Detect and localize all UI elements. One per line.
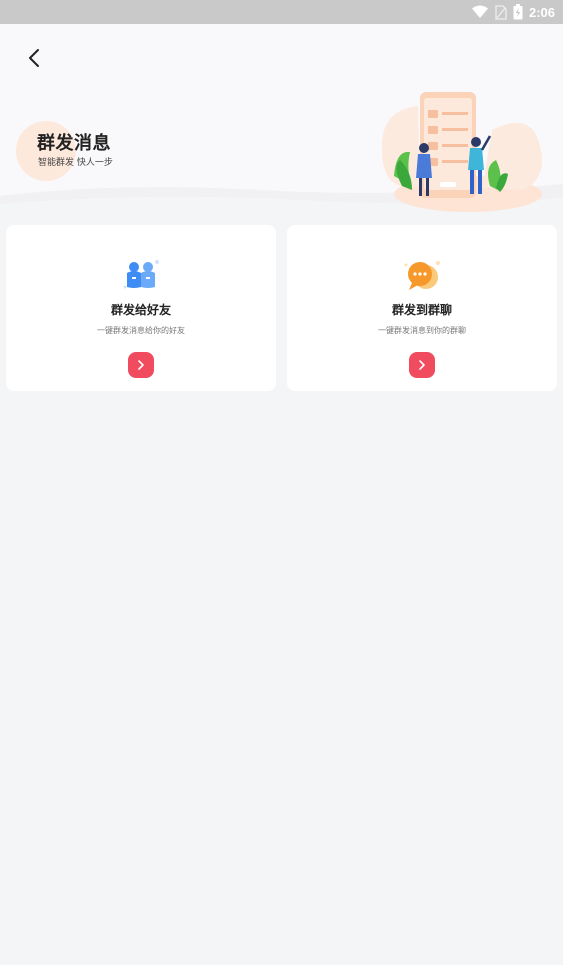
status-icons: 2:06 [471,3,555,21]
card-description: 一键群发消息给你的好友 [97,326,185,335]
chevron-right-icon [138,360,144,370]
send-to-friends-card[interactable]: 群发给好友 一键群发消息给你的好友 [6,225,276,391]
send-to-groups-card[interactable]: 群发到群聊 一键群发消息到你的群聊 [287,225,557,391]
chevron-right-icon [419,360,425,370]
status-bar: 2:06 [0,0,563,24]
back-button[interactable] [20,44,48,72]
wifi-icon [471,5,488,18]
chat-bubble-icon [404,261,440,290]
status-time: 2:06 [528,4,555,20]
go-button[interactable] [409,352,435,378]
header: 群发消息 智能群发 快人一步 [0,24,563,214]
card-title: 群发到群聊 [391,303,452,317]
page-title: 群发消息 [37,133,111,154]
go-button[interactable] [128,352,154,378]
page-subtitle: 智能群发 快人一步 [38,158,113,168]
card-title: 群发给好友 [110,303,171,317]
card-description: 一键群发消息到你的群聊 [378,326,466,335]
phone-people-illustration [381,92,542,212]
no-sim-icon [495,4,507,20]
friends-icon [123,260,159,289]
battery-charging-icon [513,4,523,20]
